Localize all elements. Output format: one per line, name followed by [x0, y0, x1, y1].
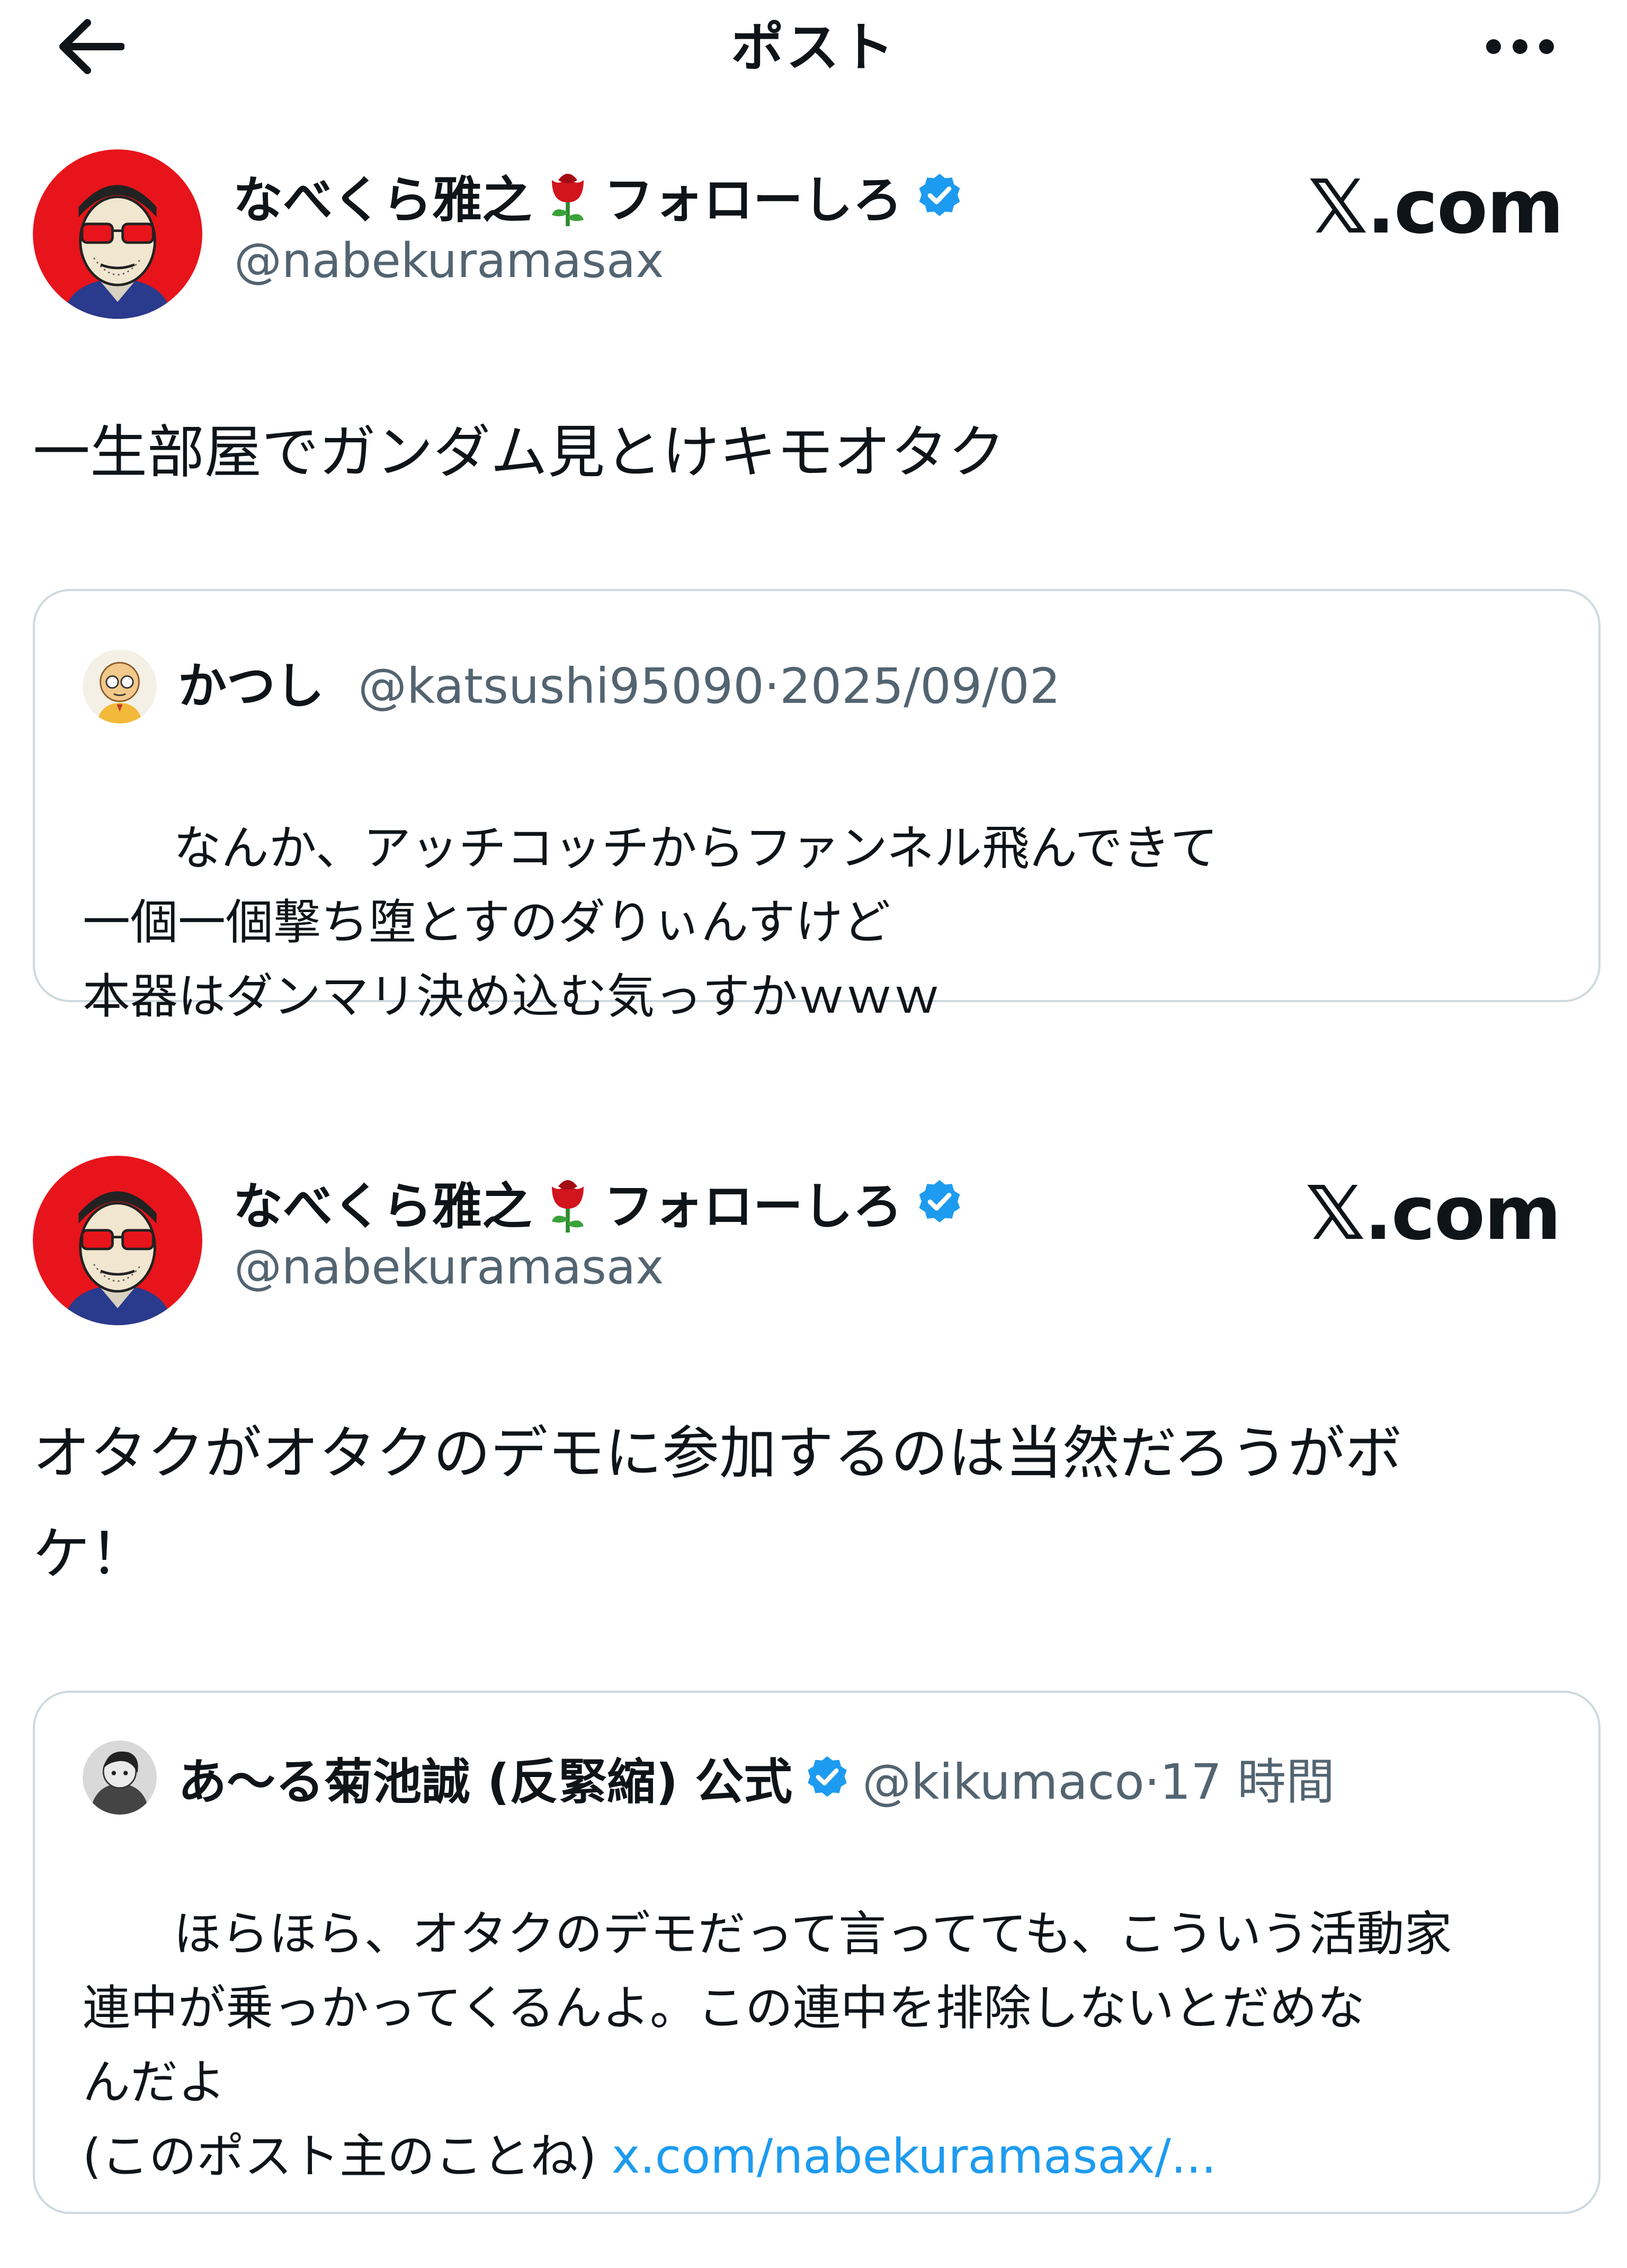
author-name-suffix: フォローしろ: [604, 1178, 903, 1236]
quote-meta: @katsushi95090·2025/09/02: [358, 649, 1060, 724]
author-name[interactable]: なべくら雅之 フォローしろ: [233, 1165, 965, 1239]
x-com-logo: 𝕏.com: [1306, 1171, 1561, 1257]
more-button[interactable]: [1472, 11, 1568, 85]
post-text: オタクがオタクのデモに参加するのは当然だろうがボ ケ！: [33, 1421, 1402, 1587]
x-com-logo-text: 𝕏.com: [1306, 1171, 1561, 1257]
verified-badge-icon: [914, 1177, 965, 1228]
quote-text-body: なんか、アッチコッチからファンネル飛んできて 一個一個撃ち堕とすのダりぃんすけど…: [83, 820, 1218, 1024]
quote-author-name: かつし: [178, 658, 325, 715]
avatar[interactable]: [33, 1156, 202, 1325]
quote-author-handle: @katsushi95090: [358, 658, 764, 715]
verified-badge-icon: [803, 1753, 852, 1802]
avatar[interactable]: [33, 149, 202, 319]
quote-text: ほらほら、オタクのデモだって言ってても、こういう活動家 連中が乗っかってくるんよ…: [83, 1823, 1566, 2268]
quote-card[interactable]: あ〜る菊池誠 (反緊縮) 公式 @kikumaco·17 時間 ほらほら、オタク…: [33, 1691, 1601, 2214]
author-name-prefix: なべくら雅之: [233, 1178, 532, 1236]
x-com-logo-text: 𝕏.com: [1308, 164, 1564, 251]
page-title: ポスト: [731, 16, 896, 78]
post-text: 一生部屋でガンダム見とけキモオタク: [33, 419, 1006, 486]
quote-header: あ〜る菊池誠 (反緊縮) 公式 @kikumaco·17 時間: [178, 1740, 1335, 1815]
author-handle[interactable]: @nabekuramasax: [234, 233, 664, 289]
rose-icon: [536, 1171, 600, 1234]
quote-card[interactable]: かつし @katsushi95090·2025/09/02 なんか、アッチコッチ…: [33, 589, 1601, 1024]
quote-link[interactable]: x.com/nabekuramasax/...: [612, 2129, 1217, 2184]
rose-icon: [536, 164, 600, 228]
quote-meta: @kikumaco·17 時間: [862, 1743, 1335, 1813]
post-2: なべくら雅之 フォローしろ @nabekuramasax 𝕏.com オタクがオ…: [0, 1149, 1627, 2214]
quote-author-name: あ〜る菊池誠 (反緊縮) 公式: [178, 1753, 793, 1810]
quote-avatar: [83, 1740, 157, 1815]
verified-badge-icon: [914, 171, 965, 221]
author-name-prefix: なべくら雅之: [233, 172, 532, 229]
x-com-logo: 𝕏.com: [1308, 164, 1564, 251]
quote-date: 2025/09/02: [780, 658, 1061, 715]
quote-date: 17 時間: [1159, 1753, 1335, 1810]
more-dots-icon: [1483, 36, 1557, 59]
quote-author-handle: @kikumaco: [862, 1753, 1145, 1810]
author-name-suffix: フォローしろ: [604, 172, 903, 229]
quote-separator: ·: [764, 658, 780, 715]
post-1: なべくら雅之 フォローしろ @nabekuramasax 𝕏.com 一生部屋で…: [0, 143, 1627, 1024]
quote-separator: ·: [1144, 1753, 1160, 1810]
quote-text: なんか、アッチコッチからファンネル飛んできて 一個一個撃ち堕とすのダりぃんすけど…: [83, 737, 1566, 1108]
author-handle[interactable]: @nabekuramasax: [234, 1239, 664, 1295]
author-name[interactable]: なべくら雅之 フォローしろ: [233, 159, 965, 233]
quote-avatar: [83, 649, 157, 724]
